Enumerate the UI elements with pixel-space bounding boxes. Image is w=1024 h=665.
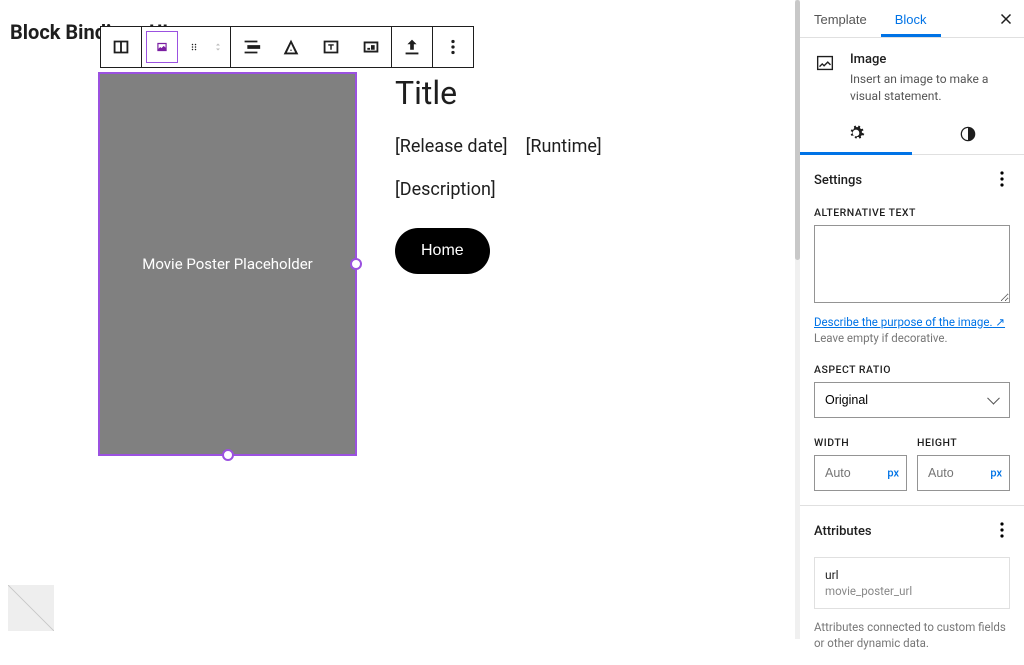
close-sidebar-button[interactable] [988,1,1024,37]
home-button[interactable]: Home [395,228,490,274]
text-button[interactable] [311,27,351,67]
attribute-value: movie_poster_url [825,584,999,598]
image-icon [155,36,169,58]
width-unit[interactable]: px [887,466,899,479]
chevrons-icon [212,36,224,58]
corner-placeholder-icon [8,585,54,631]
resize-handle-right[interactable] [350,258,362,270]
alt-help-link[interactable]: Describe the purpose of the image. [814,315,1005,329]
duotone-icon [360,36,382,58]
caption-icon [280,36,302,58]
caption-button[interactable] [271,27,311,67]
height-label: HEIGHT [917,436,1010,449]
kebab-icon [1000,522,1004,538]
styles-icon [958,124,978,144]
attribute-key: url [825,568,999,582]
gear-icon [846,123,866,143]
parent-block-button[interactable] [101,27,141,67]
upload-icon [401,36,423,58]
drag-icon [188,36,200,58]
aspect-ratio-label: ASPECT RATIO [814,363,1010,376]
block-description: Insert an image to make a visual stateme… [850,71,1010,105]
kebab-icon [442,36,464,58]
more-options-button[interactable] [433,27,473,67]
resize-handle-bottom[interactable] [222,449,234,461]
alt-help-muted: Leave empty if decorative. [814,331,1010,345]
settings-panel-title: Settings [814,173,862,188]
settings-panel-menu[interactable] [994,169,1010,192]
aspect-ratio-select[interactable]: Original [814,382,1010,418]
close-icon [997,10,1015,28]
settings-subtab[interactable] [800,115,912,155]
attributes-help: Attributes connected to custom fields or… [814,619,1010,651]
alt-text-input[interactable] [814,225,1010,303]
width-label: WIDTH [814,436,907,449]
editor-canvas: Block Bindings UI [0,0,799,639]
alt-text-label: ALTERNATIVE TEXT [814,206,1010,219]
image-placeholder-text: Movie Poster Placeholder [142,255,313,273]
image-block-placeholder[interactable]: Movie Poster Placeholder [100,74,355,454]
block-tab[interactable]: Block [881,0,941,37]
drag-handle[interactable] [182,27,206,67]
image-block-button[interactable] [149,34,175,60]
replace-button[interactable] [392,27,432,67]
image-icon [814,52,836,74]
columns-icon [110,36,132,58]
text-overlay-icon [320,36,342,58]
runtime-placeholder[interactable]: [Runtime] [526,136,602,157]
description-placeholder[interactable]: [Description] [395,179,602,200]
align-icon [240,36,262,58]
inspector-sidebar: Template Block Image Insert an image to … [799,0,1024,639]
block-toolbar [100,26,474,68]
content-title[interactable]: Title [395,74,602,112]
duotone-button[interactable] [351,27,391,67]
scrollbar[interactable] [795,0,800,639]
block-name: Image [850,52,1010,67]
template-tab[interactable]: Template [800,0,881,37]
height-unit[interactable]: px [990,466,1002,479]
styles-subtab[interactable] [912,115,1024,155]
align-button[interactable] [231,27,271,67]
attributes-panel-title: Attributes [814,524,872,539]
attribute-binding[interactable]: url movie_poster_url [814,557,1010,609]
release-date-placeholder[interactable]: [Release date] [395,136,508,157]
kebab-icon [1000,171,1004,187]
attributes-panel-menu[interactable] [994,520,1010,543]
move-buttons[interactable] [206,27,230,67]
